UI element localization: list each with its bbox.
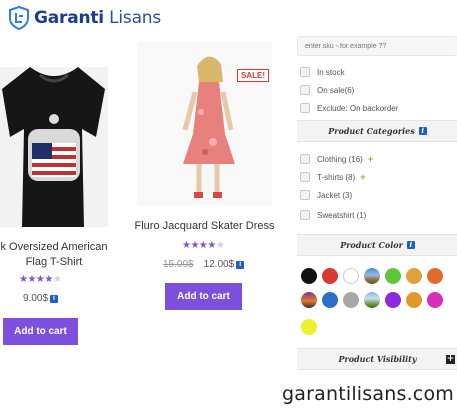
checkbox[interactable] bbox=[300, 210, 310, 220]
tshirt-illustration bbox=[0, 67, 108, 227]
brand-name: Garanti Lisans bbox=[34, 8, 161, 28]
color-swatch-grey[interactable] bbox=[343, 292, 359, 308]
brand-name-part-1: Garanti bbox=[34, 8, 104, 28]
currency-info-icon[interactable]: i bbox=[236, 260, 245, 269]
color-swatch-purple[interactable] bbox=[385, 292, 401, 308]
product-title-line-2: Flag T-Shirt bbox=[25, 256, 83, 268]
product-image-tshirt[interactable] bbox=[0, 67, 108, 227]
brand-name-part-2: Lisans bbox=[103, 8, 162, 28]
expand-plus-icon[interactable]: + bbox=[368, 154, 373, 164]
category-label: Jacket (3) bbox=[317, 190, 353, 200]
product-title-dress[interactable]: Fluro Jacquard Skater Dress bbox=[133, 219, 276, 234]
checkbox[interactable] bbox=[300, 103, 310, 113]
dress-illustration bbox=[137, 42, 272, 205]
section-title: Product Color bbox=[340, 240, 403, 250]
category-sweatshirt[interactable]: Sweatshirt (1) bbox=[300, 210, 366, 220]
product-title-line-1: k Oversized American bbox=[0, 241, 108, 253]
color-swatch-gold[interactable] bbox=[406, 268, 422, 284]
checkbox[interactable] bbox=[300, 85, 310, 95]
category-label: Sweatshirt (1) bbox=[317, 210, 367, 220]
color-swatch-amber[interactable] bbox=[406, 292, 422, 308]
filter-sidebar: In stock On sale(6) Exclude: On backorde… bbox=[297, 36, 457, 376]
color-swatch-landscape-2[interactable] bbox=[364, 292, 380, 308]
section-product-visibility[interactable]: Product Visibility + bbox=[297, 348, 457, 370]
product-title-tshirt[interactable]: k Oversized American Flag T-Shirt bbox=[0, 240, 108, 270]
color-swatch-blue[interactable] bbox=[322, 292, 338, 308]
color-swatch-magenta[interactable] bbox=[427, 292, 443, 308]
category-jacket[interactable]: Jacket (3) bbox=[300, 190, 352, 200]
info-icon[interactable]: i bbox=[418, 127, 427, 135]
checkbox[interactable] bbox=[300, 67, 310, 77]
price-tshirt: 9.00$ i bbox=[23, 293, 59, 304]
watermark-text: garantilisans.com bbox=[282, 383, 454, 405]
expand-plus-icon[interactable]: + bbox=[360, 172, 365, 182]
price-dress: 15.00$ 12.00$ i bbox=[163, 259, 245, 270]
checkbox[interactable] bbox=[300, 190, 310, 200]
color-swatch-black[interactable] bbox=[301, 268, 317, 284]
product-image-dress[interactable] bbox=[137, 42, 272, 205]
filter-exclude-backorder[interactable]: Exclude: On backorder bbox=[300, 103, 398, 113]
category-tshirts[interactable]: T-shirts (8) + bbox=[300, 172, 366, 182]
section-product-categories[interactable]: Product Categories i bbox=[297, 120, 457, 142]
color-swatch-landscape-1[interactable] bbox=[364, 268, 380, 284]
category-clothing[interactable]: Clothing (16) + bbox=[300, 154, 373, 164]
filter-on-sale[interactable]: On sale(6) bbox=[300, 85, 354, 95]
currency-info-icon[interactable]: i bbox=[50, 294, 59, 303]
section-title: Product Categories bbox=[328, 126, 415, 136]
price-value: 9.00$ bbox=[23, 293, 49, 304]
shield-logo-icon bbox=[9, 6, 29, 30]
add-to-cart-button-dress[interactable]: Add to cart bbox=[165, 283, 242, 310]
category-label: T-shirts (8) bbox=[317, 172, 356, 182]
color-swatch-sunset-1[interactable] bbox=[301, 292, 317, 308]
section-product-color[interactable]: Product Color i bbox=[297, 234, 457, 256]
rating-stars-dress: ★★★★★ bbox=[182, 240, 225, 251]
filter-label: On sale(6) bbox=[317, 85, 355, 95]
brand-logo[interactable]: Garanti Lisans bbox=[8, 6, 161, 30]
old-price: 15.00$ bbox=[163, 259, 194, 270]
info-icon[interactable]: i bbox=[406, 241, 415, 249]
rating-stars-tshirt: ★★★★★ bbox=[19, 274, 62, 285]
color-swatch-red[interactable] bbox=[322, 268, 338, 284]
filter-in-stock[interactable]: In stock bbox=[300, 67, 345, 77]
expand-plus-icon[interactable]: + bbox=[446, 354, 455, 364]
color-swatch-green[interactable] bbox=[385, 268, 401, 284]
checkbox[interactable] bbox=[300, 172, 310, 182]
section-title: Product Visibility bbox=[338, 354, 417, 364]
sale-badge: SALE! bbox=[237, 69, 269, 82]
category-label: Clothing (16) bbox=[317, 154, 363, 164]
color-swatch-yellow[interactable] bbox=[301, 319, 317, 335]
filter-label: In stock bbox=[317, 67, 345, 77]
sku-search-input[interactable] bbox=[297, 36, 457, 56]
add-to-cart-button-tshirt[interactable]: Add to cart bbox=[3, 318, 78, 345]
color-swatch-white[interactable] bbox=[343, 268, 359, 284]
price-value: 12.00$ bbox=[203, 259, 235, 270]
color-swatch-orange[interactable] bbox=[427, 268, 443, 284]
checkbox[interactable] bbox=[300, 154, 310, 164]
filter-label: Exclude: On backorder bbox=[317, 103, 399, 113]
